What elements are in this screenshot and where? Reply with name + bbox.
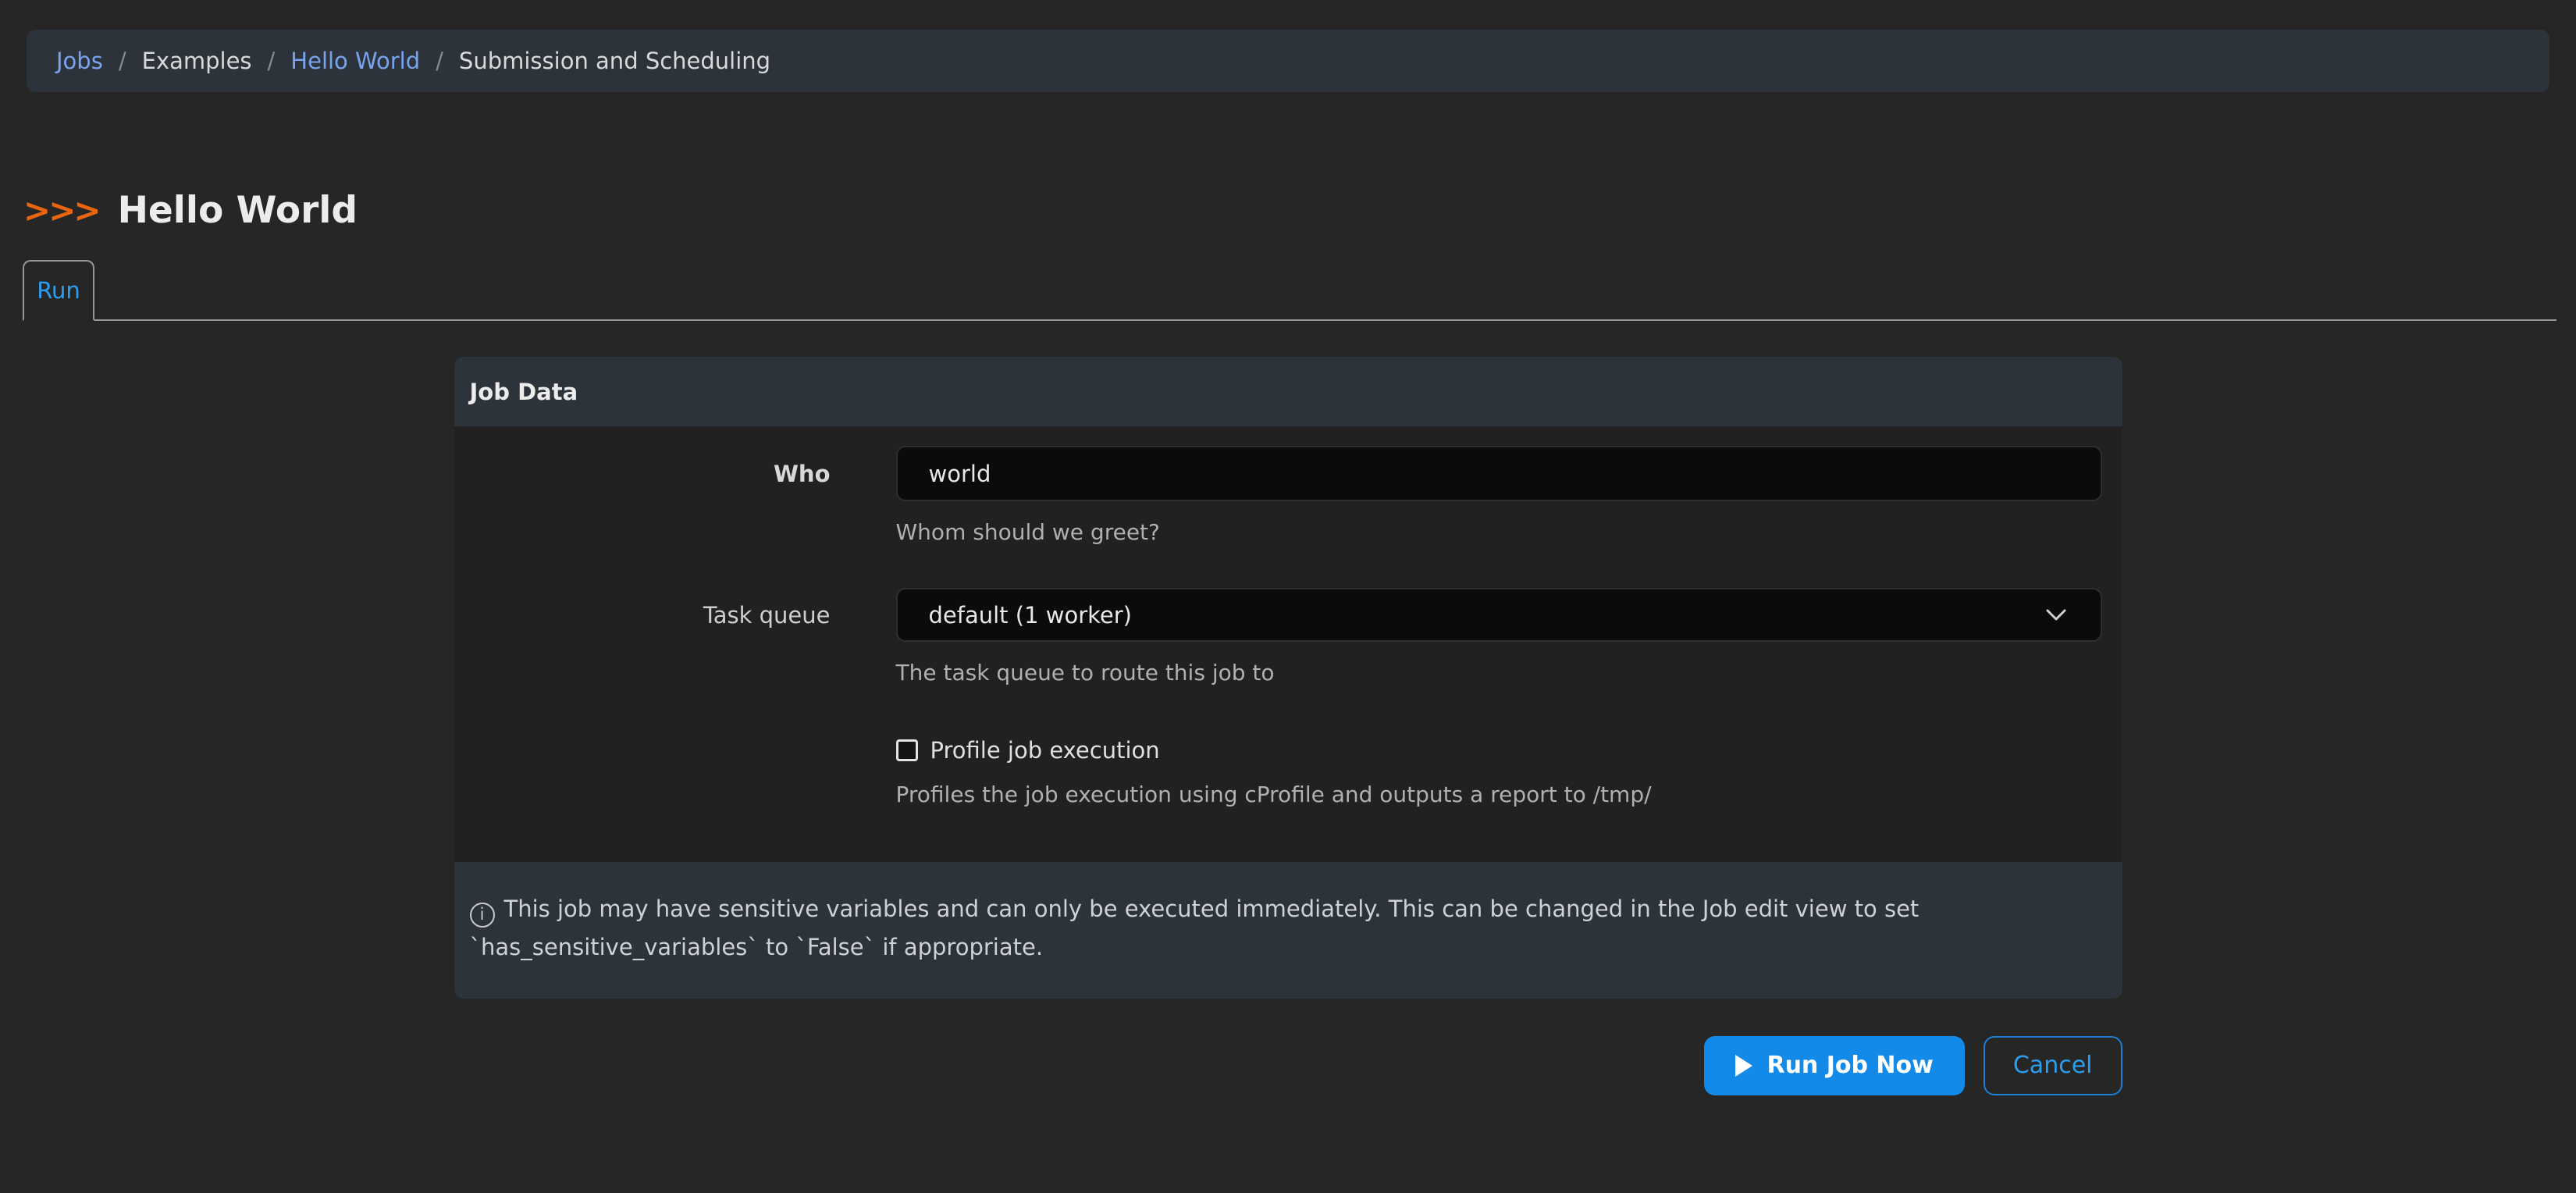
card-body: Who Whom should we greet? Task queue def…: [454, 426, 2122, 862]
info-circle-icon: i: [470, 903, 495, 928]
tab-strip: Run: [23, 258, 2556, 321]
breadcrumb-separator: /: [268, 48, 276, 74]
breadcrumb-item-examples: Examples: [142, 48, 252, 74]
action-bar: Run Job Now Cancel: [454, 1036, 2122, 1095]
task-queue-help-text: The task queue to route this job to: [896, 660, 2102, 686]
breadcrumb-item-submission-and-scheduling: Submission and Scheduling: [459, 48, 770, 74]
breadcrumb-separator: /: [436, 48, 443, 74]
profile-help-text: Profiles the job execution using cProfil…: [896, 782, 2102, 807]
profile-checkbox-row: Profile job execution: [896, 737, 2102, 764]
run-job-now-label: Run Job Now: [1767, 1052, 1933, 1079]
task-queue-label: Task queue: [454, 602, 831, 629]
card-title: Job Data: [470, 379, 578, 405]
breadcrumb: Jobs / Examples / Hello World / Submissi…: [27, 30, 2549, 92]
field-row-who: Who Whom should we greet?: [454, 446, 2102, 545]
page-title-row: >>> Hello World: [23, 192, 2576, 229]
cancel-label: Cancel: [2013, 1052, 2093, 1079]
who-input[interactable]: [896, 446, 2102, 501]
card-header: Job Data: [454, 357, 2122, 426]
profile-checkbox-label[interactable]: Profile job execution: [930, 737, 1160, 764]
who-label: Who: [454, 461, 831, 487]
brand-chevrons-icon: >>>: [23, 194, 99, 227]
play-icon: [1735, 1055, 1752, 1077]
page-title: Hello World: [118, 192, 358, 229]
notice-text: This job may have sensitive variables an…: [470, 896, 1920, 960]
cancel-button[interactable]: Cancel: [1984, 1036, 2122, 1095]
run-job-now-button[interactable]: Run Job Now: [1704, 1036, 1964, 1095]
breadcrumb-link-jobs[interactable]: Jobs: [56, 48, 103, 74]
field-row-task-queue: Task queue default (1 worker) The task q…: [454, 588, 2102, 686]
task-queue-select[interactable]: default (1 worker): [896, 588, 2102, 642]
job-data-card: Job Data Who Whom should we greet? Task …: [454, 357, 2122, 999]
tab-run[interactable]: Run: [23, 260, 94, 321]
who-help-text: Whom should we greet?: [896, 519, 2102, 545]
sensitive-variables-notice: iThis job may have sensitive variables a…: [454, 862, 2122, 999]
breadcrumb-link-hello-world[interactable]: Hello World: [290, 48, 420, 74]
profile-checkbox[interactable]: [896, 739, 918, 761]
chevron-down-icon: [2046, 609, 2066, 621]
task-queue-selected-value: default (1 worker): [929, 602, 1132, 629]
breadcrumb-separator: /: [119, 48, 126, 74]
field-row-profile: Profile job execution Profiles the job e…: [454, 737, 2102, 807]
